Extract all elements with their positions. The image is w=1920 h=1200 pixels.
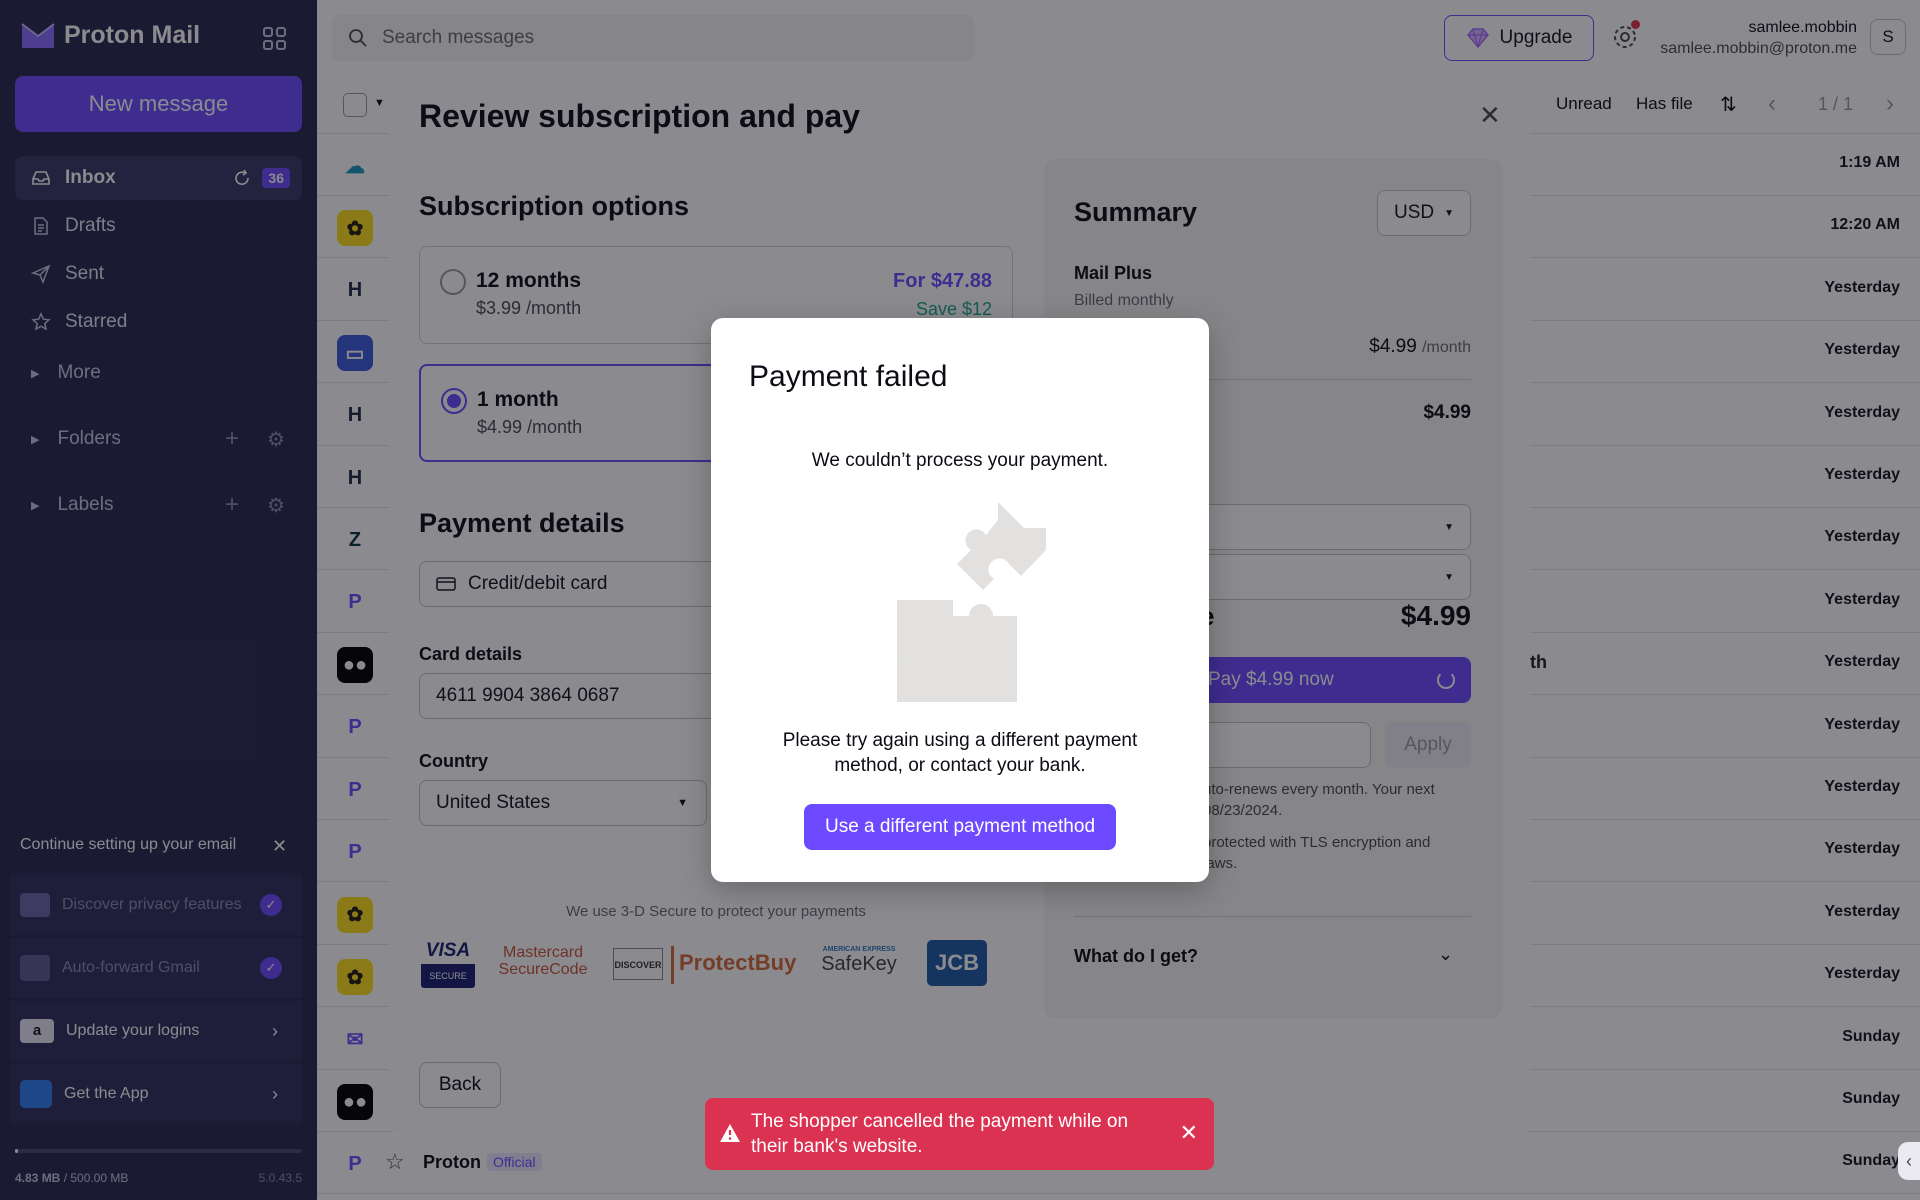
message-subject-fragment: th	[1530, 652, 1547, 672]
close-toast-icon[interactable]: ✕	[1180, 1120, 1198, 1145]
use-different-payment-method-button[interactable]: Use a different payment method	[804, 804, 1116, 850]
dialog-title: Payment failed	[749, 360, 948, 393]
collapse-panel-handle[interactable]: ‹	[1898, 1142, 1920, 1180]
dialog-message: We couldn’t process your payment.	[811, 450, 1109, 471]
payment-failed-dialog: Payment failed We couldn’t process your …	[711, 318, 1209, 882]
toast-line1: The shopper cancelled the payment while …	[751, 1111, 1129, 1132]
error-toast: The shopper cancelled the payment while …	[705, 1098, 1214, 1170]
dialog-hint-line2: method, or contact your bank.	[834, 755, 1086, 776]
puzzle-pieces-icon	[897, 502, 1046, 702]
warning-icon	[720, 1124, 740, 1142]
dialog-hint: Please try again using a different payme…	[711, 728, 1209, 778]
toast-message: The shopper cancelled the payment while …	[751, 1109, 1128, 1159]
dialog-hint-line1: Please try again using a different payme…	[782, 730, 1138, 751]
toast-line2: their bank's website.	[751, 1136, 923, 1157]
